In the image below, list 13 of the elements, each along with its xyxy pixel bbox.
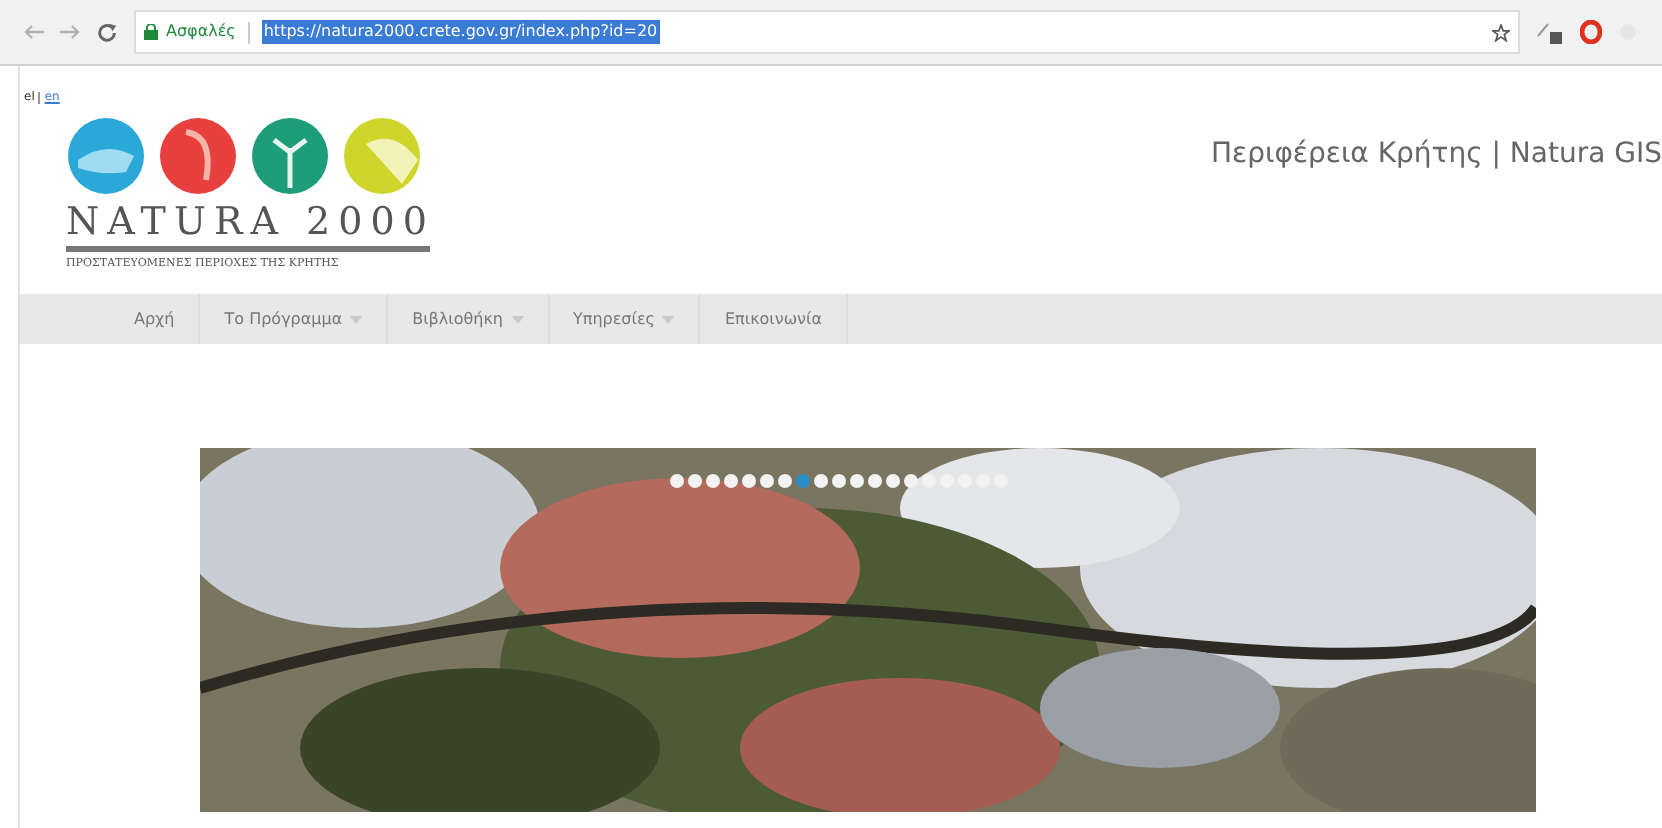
nav-item[interactable]: Βιβλιοθήκη [388,294,549,345]
nav-item[interactable]: Το Πρόγραμμα [200,294,389,345]
nav-item[interactable]: Αρχή [110,294,201,345]
url-text[interactable]: https://natura2000.crete.gov.gr/index.php?id=20 [261,20,660,44]
security-label: Ασφαλές [166,20,236,44]
site-title: Περιφέρεια Κρήτης | Natura GIS [1210,136,1662,174]
address-bar[interactable]: Ασφαλές https://natura2000.crete.gov.gr/index.php?id=20 [134,10,1520,54]
reload-icon[interactable] [96,21,118,43]
lock-icon [144,24,158,40]
nav-item[interactable]: Υπηρεσίες [549,294,701,345]
star-icon[interactable] [1492,23,1510,41]
nav-item[interactable]: Επικοινωνία [700,294,848,345]
logo-title: NATURA 2000 [66,204,435,242]
